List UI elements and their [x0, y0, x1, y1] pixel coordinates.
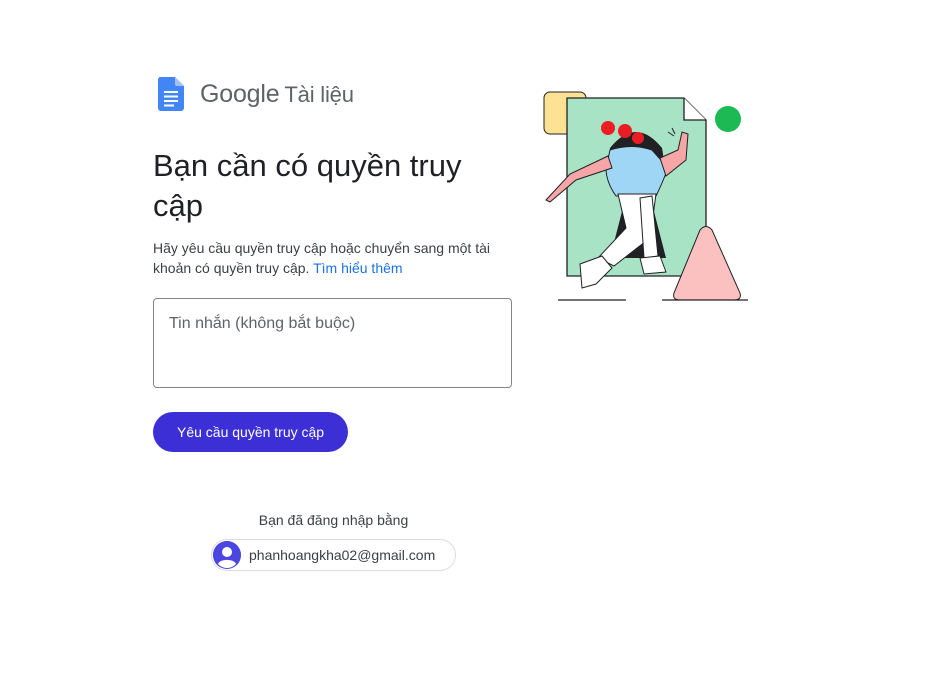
message-field[interactable]: Tin nhắn (không bắt buộc) — [153, 298, 512, 388]
docs-icon — [158, 77, 184, 111]
logo-row: Google Tài liệu — [153, 76, 515, 112]
brand-google: Google — [200, 79, 280, 108]
account-avatar-icon — [213, 541, 241, 569]
learn-more-link[interactable]: Tìm hiểu thêm — [313, 260, 402, 276]
account-chip[interactable]: phanhoangkha02@gmail.com — [211, 539, 456, 571]
message-placeholder: Tin nhắn (không bắt buộc) — [169, 315, 356, 332]
request-access-button[interactable]: Yêu cầu quyền truy cập — [153, 412, 349, 452]
account-email: phanhoangkha02@gmail.com — [249, 547, 436, 563]
illustration — [543, 91, 748, 301]
access-request-page: Google Tài liệu Bạn cần có quyền truy cập… — [0, 0, 930, 682]
brand-product: Tài liệu — [284, 81, 354, 107]
page-title: Bạn cần có quyền truy cập — [153, 148, 462, 223]
signed-in-label: Bạn đã đăng nhập bằng — [258, 512, 409, 528]
description: Hãy yêu cầu quyền truy cập hoặc chuyển s… — [153, 238, 515, 278]
brand-name: Google Tài liệu — [200, 80, 354, 109]
left-panel: Google Tài liệu Bạn cần có quyền truy cập… — [153, 76, 515, 452]
